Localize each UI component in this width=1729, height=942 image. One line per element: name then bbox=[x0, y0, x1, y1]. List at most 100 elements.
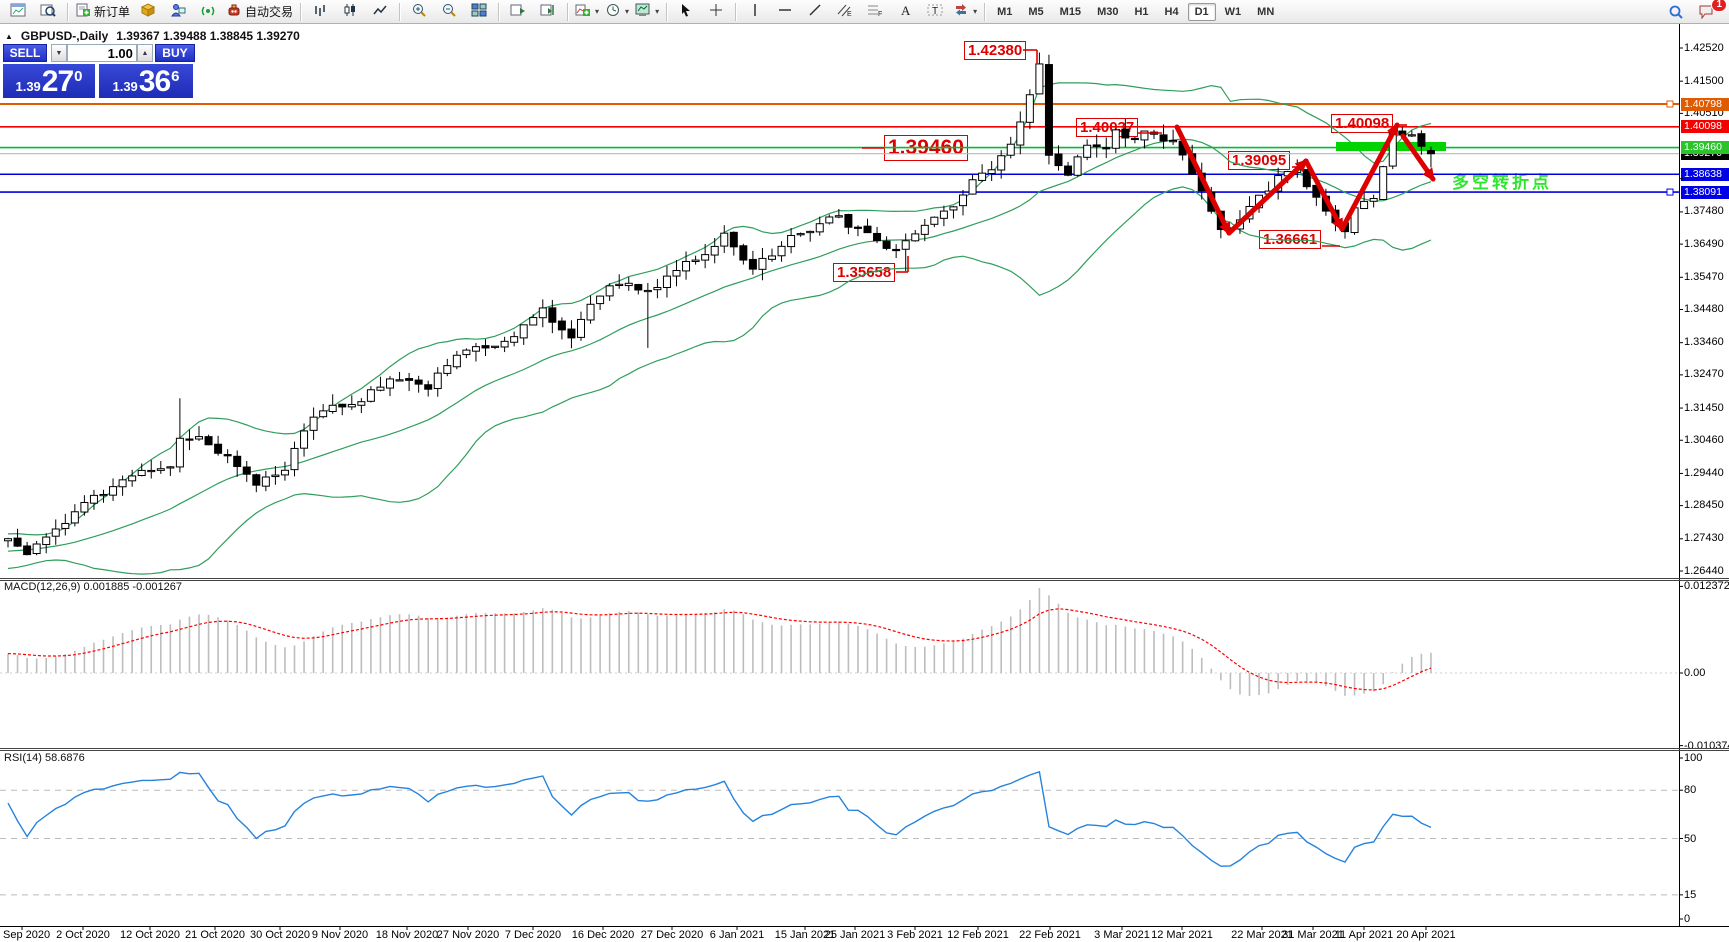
price-tick-label: 1.31450 bbox=[1684, 401, 1724, 414]
signals-icon bbox=[200, 3, 216, 20]
volume-increase-button[interactable]: ▲ bbox=[136, 44, 153, 62]
sell-button[interactable]: SELL bbox=[3, 44, 47, 62]
profiles-icon bbox=[40, 3, 56, 20]
zoom-out-button[interactable] bbox=[435, 2, 463, 22]
line-handle[interactable] bbox=[1666, 100, 1674, 108]
dropdown-arrow-icon[interactable]: ▾ bbox=[655, 7, 659, 16]
dropdown-arrow-icon[interactable]: ▾ bbox=[973, 7, 977, 16]
date-label: 18 Nov 2020 bbox=[375, 929, 439, 941]
hline-button[interactable] bbox=[771, 2, 799, 22]
candle-body bbox=[1102, 147, 1111, 150]
candle-body bbox=[1283, 171, 1292, 177]
candle-body bbox=[1150, 131, 1158, 135]
price-label-box[interactable]: 1.39460 bbox=[884, 135, 968, 161]
svg-text:T: T bbox=[932, 6, 938, 17]
search-icon[interactable] bbox=[1662, 2, 1690, 22]
volume-decrease-button[interactable]: ▼ bbox=[50, 44, 67, 62]
trendline-button[interactable] bbox=[801, 2, 829, 22]
candlestick-chart-button[interactable] bbox=[336, 2, 364, 22]
notifications-button[interactable]: 1 bbox=[1692, 0, 1727, 22]
timeframe-h1[interactable]: H1 bbox=[1127, 3, 1155, 21]
signals-button[interactable] bbox=[194, 2, 222, 22]
candle-body bbox=[395, 379, 404, 382]
candle-body bbox=[949, 206, 958, 211]
candle-body bbox=[1092, 144, 1101, 148]
collapse-triangle-icon[interactable]: ▲ bbox=[5, 32, 13, 41]
tile-windows-button[interactable] bbox=[465, 2, 493, 22]
terminal-button[interactable] bbox=[164, 2, 192, 22]
line-chart-button[interactable] bbox=[366, 2, 394, 22]
zoom-in-button[interactable] bbox=[405, 2, 433, 22]
timeframe-h4[interactable]: H4 bbox=[1158, 3, 1186, 21]
vline-button[interactable] bbox=[741, 2, 769, 22]
candle-body bbox=[853, 226, 862, 229]
trend-arrow[interactable] bbox=[1400, 133, 1436, 182]
candle-body bbox=[1350, 207, 1359, 234]
cursor-button[interactable] bbox=[672, 2, 700, 22]
timeframe-mn[interactable]: MN bbox=[1250, 3, 1281, 21]
candle-body bbox=[863, 225, 872, 234]
chart-shift-button[interactable] bbox=[534, 2, 562, 22]
shapes-button[interactable]: ▾ bbox=[951, 2, 979, 22]
timeframe-m15[interactable]: M15 bbox=[1053, 3, 1088, 21]
timeframe-d1[interactable]: D1 bbox=[1187, 2, 1216, 21]
auto-scroll-button[interactable] bbox=[504, 2, 532, 22]
line-handle[interactable] bbox=[1666, 188, 1674, 196]
candle-body bbox=[930, 216, 939, 225]
green-bar[interactable] bbox=[1336, 142, 1446, 151]
buy-button[interactable]: BUY bbox=[154, 44, 195, 62]
candle-body bbox=[214, 443, 223, 454]
volume-input[interactable] bbox=[66, 44, 137, 62]
sell-price-display[interactable]: 1.39 27 0 bbox=[3, 64, 95, 98]
price-tick-label: 1.33460 bbox=[1684, 336, 1724, 349]
chart-title: ▲ GBPUSD-,Daily 1.39367 1.39488 1.38845 … bbox=[5, 29, 300, 43]
price-label-box[interactable]: 1.40037 bbox=[1076, 118, 1139, 137]
crosshair-button[interactable] bbox=[702, 2, 730, 22]
timeframe-m30[interactable]: M30 bbox=[1090, 3, 1125, 21]
bull-bear-turning-point-text[interactable]: 多空转折点 bbox=[1452, 168, 1552, 193]
indicators-icon bbox=[575, 3, 591, 20]
candle-body bbox=[51, 528, 60, 537]
candle-body bbox=[376, 386, 385, 391]
trend-arrow[interactable] bbox=[1174, 124, 1232, 236]
timeframe-w1[interactable]: W1 bbox=[1218, 3, 1249, 21]
auto-scroll-icon bbox=[510, 3, 526, 20]
indicators-button[interactable]: ▾ bbox=[573, 2, 601, 22]
template-button[interactable]: ▾ bbox=[633, 2, 661, 22]
autotrading-button[interactable]: 自动交易 bbox=[224, 2, 295, 22]
new-order-button[interactable]: 新订单 bbox=[73, 2, 132, 22]
buy-price-display[interactable]: 1.39 36 6 bbox=[99, 64, 193, 98]
profiles-button[interactable] bbox=[34, 2, 62, 22]
timeframe-m5[interactable]: M5 bbox=[1021, 3, 1050, 21]
dropdown-arrow-icon[interactable]: ▾ bbox=[595, 7, 599, 16]
bar-chart-button[interactable] bbox=[306, 2, 334, 22]
chart-window-button[interactable] bbox=[4, 2, 32, 22]
candle-body bbox=[1255, 194, 1264, 209]
channel-button[interactable]: E bbox=[831, 2, 859, 22]
periods-icon bbox=[605, 3, 621, 20]
price-label-box[interactable]: 1.40098 bbox=[1331, 114, 1394, 133]
dropdown-arrow-icon[interactable]: ▾ bbox=[625, 7, 629, 16]
price-label-box[interactable]: 1.42380 bbox=[964, 41, 1027, 60]
text-button[interactable]: A bbox=[891, 2, 919, 22]
price-label-box[interactable]: 1.35658 bbox=[833, 263, 896, 282]
candle-body bbox=[1064, 165, 1073, 176]
trend-arrow[interactable] bbox=[1339, 122, 1400, 232]
green-rectangle-annotation[interactable] bbox=[1336, 142, 1446, 151]
candle-body bbox=[815, 223, 824, 233]
periods-button[interactable]: ▾ bbox=[603, 2, 631, 22]
fibonacci-button[interactable]: F bbox=[861, 2, 889, 22]
label-button[interactable]: T bbox=[921, 2, 949, 22]
candle-body bbox=[1321, 195, 1330, 212]
price-label-box[interactable]: 1.36661 bbox=[1259, 230, 1322, 249]
trend-arrow[interactable] bbox=[1226, 158, 1309, 236]
fibonacci-icon: F bbox=[867, 3, 883, 20]
candle-body bbox=[70, 511, 79, 524]
price-label-box[interactable]: 1.39095 bbox=[1228, 151, 1291, 170]
timeframe-m1[interactable]: M1 bbox=[990, 3, 1019, 21]
market-box-button[interactable] bbox=[134, 2, 162, 22]
candle-body bbox=[748, 258, 757, 270]
candle-body bbox=[175, 437, 184, 468]
trend-arrow[interactable] bbox=[1303, 158, 1345, 232]
line-chart-icon bbox=[372, 3, 388, 20]
